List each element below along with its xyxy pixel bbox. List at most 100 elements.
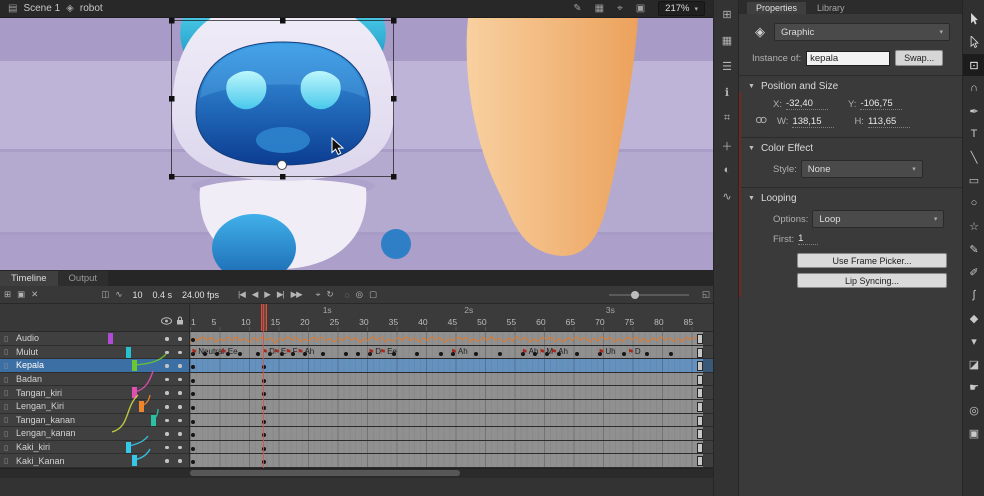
brush-tool[interactable]: ✐ xyxy=(963,261,984,283)
layer-visibility-dot[interactable] xyxy=(165,405,169,409)
frame-ruler[interactable]: 1s2s3s1510152025303540455055606570758085 xyxy=(190,304,713,332)
eraser-tool[interactable]: ◪ xyxy=(963,353,984,375)
playhead[interactable] xyxy=(263,304,265,468)
frame-rate[interactable]: 24.00 fps xyxy=(177,290,224,300)
x-value[interactable]: -32,40 xyxy=(786,98,828,110)
delete-layer-button[interactable]: ✕ xyxy=(31,289,37,300)
layer-frames-badan[interactable] xyxy=(190,373,713,387)
frame-span[interactable] xyxy=(190,400,703,413)
layer-lock-dot[interactable] xyxy=(178,419,182,423)
layer-lock-dot[interactable] xyxy=(178,351,182,355)
layer-frames-audio[interactable] xyxy=(190,332,713,346)
layer-visibility-dot[interactable] xyxy=(165,378,169,382)
tab-timeline[interactable]: Timeline xyxy=(0,271,58,286)
layer-row-kaki_kiri[interactable]: ▯Kaki_kiri xyxy=(0,441,190,455)
keyframe[interactable] xyxy=(669,352,673,356)
selection-handle[interactable] xyxy=(169,18,175,24)
keyframe[interactable] xyxy=(191,379,195,383)
layer-frames-kaki_kiri[interactable] xyxy=(190,441,713,455)
layer-row-tangan_kiri[interactable]: ▯Tangan_kiri xyxy=(0,386,190,400)
symbol-type-dropdown[interactable]: Graphic ▾ xyxy=(774,23,950,41)
keyframe[interactable] xyxy=(191,406,195,410)
bone-tool[interactable]: ∫ xyxy=(963,284,984,306)
step-back-button[interactable]: ◀ xyxy=(252,289,258,300)
w-value[interactable]: 138,15 xyxy=(792,116,834,128)
layer-frames-tangan_kiri[interactable] xyxy=(190,386,713,400)
go-to-last-frame-button[interactable]: ▶▶ xyxy=(291,289,302,300)
keyframe[interactable] xyxy=(439,352,443,356)
layer-row-kepala[interactable]: ▯Kepala xyxy=(0,359,190,373)
tab-library[interactable]: Library xyxy=(808,2,854,14)
info-panel-icon[interactable]: ℹ xyxy=(714,86,740,99)
frame-span[interactable] xyxy=(190,441,703,454)
keyframe[interactable] xyxy=(191,420,195,424)
layer-lock-dot[interactable] xyxy=(178,459,182,463)
keyframe[interactable] xyxy=(575,352,579,356)
breadcrumb-scene[interactable]: Scene 1 xyxy=(23,3,60,14)
layer-frames-mulut[interactable]: ⚑Neutral⚑Ee⚑D⚑E⚑F⚑Ah⚑D⚑Ee⚑Ah⚑Ah⚑M⚑Ah⚑Uh⚑… xyxy=(190,346,713,360)
polystar-tool[interactable]: ☆ xyxy=(963,215,984,237)
section-looping[interactable]: ▼ Looping xyxy=(739,187,962,208)
layer-row-mulut[interactable]: ▯Mulut xyxy=(0,346,190,360)
layer-visibility-dot[interactable] xyxy=(165,459,169,463)
layer-visibility-dot[interactable] xyxy=(165,391,169,395)
use-frame-picker-button[interactable]: Use Frame Picker... xyxy=(797,253,947,268)
layer-lock-dot[interactable] xyxy=(178,378,182,382)
new-layer-button[interactable]: ⊞ xyxy=(4,289,10,300)
layer-visibility-dot[interactable] xyxy=(165,419,169,423)
keyframe[interactable] xyxy=(238,352,242,356)
swatches-panel-icon[interactable]: ☰ xyxy=(714,60,740,73)
section-position-size[interactable]: ▼ Position and Size xyxy=(739,75,962,96)
history-panel-icon[interactable]: ◐ xyxy=(714,164,740,176)
breadcrumb-symbol[interactable]: robot xyxy=(80,3,103,14)
new-folder-button[interactable]: ▣ xyxy=(17,289,24,300)
lock-icon[interactable] xyxy=(176,316,184,328)
selection-handle[interactable] xyxy=(391,18,397,24)
layer-lock-dot[interactable] xyxy=(178,405,182,409)
frame-span[interactable] xyxy=(190,414,703,427)
color-style-dropdown[interactable]: None ▾ xyxy=(801,160,923,178)
keyframe[interactable] xyxy=(645,352,649,356)
timeline-scrollbar[interactable] xyxy=(0,468,713,477)
selection-handle[interactable] xyxy=(391,96,397,102)
transform-panel-icon[interactable]: ⌗ xyxy=(714,112,740,125)
color-panel-icon[interactable]: ▦ xyxy=(714,34,740,47)
layer-lock-dot[interactable] xyxy=(178,337,182,341)
layer-lock-dot[interactable] xyxy=(178,364,182,368)
go-to-first-frame-button[interactable]: |◀ xyxy=(238,289,245,300)
actions-panel-icon[interactable]: ＋ xyxy=(714,138,740,154)
layer-visibility-dot[interactable] xyxy=(165,446,169,450)
selection-handle[interactable] xyxy=(169,174,175,180)
onion-skin-outlines-button[interactable]: ◎ xyxy=(356,289,362,300)
layer-row-tangan_kanan[interactable]: ▯Tangan_kanan xyxy=(0,414,190,428)
first-frame-value[interactable]: 1 xyxy=(798,233,818,245)
frame-span[interactable] xyxy=(190,386,703,399)
keyframe[interactable] xyxy=(415,352,419,356)
keyframe[interactable] xyxy=(474,352,478,356)
motion-graph-icon[interactable]: ∿ xyxy=(115,289,121,300)
layer-frames-lengan_kiri[interactable] xyxy=(190,400,713,414)
play-button[interactable]: ▶ xyxy=(264,289,270,300)
swap-button[interactable]: Swap... xyxy=(895,50,943,66)
hand-tool[interactable]: ☛ xyxy=(963,376,984,398)
layer-row-lengan_kanan[interactable]: ▯Lengan_kanan xyxy=(0,427,190,441)
zoom-control[interactable]: 217% ▾ xyxy=(658,1,705,16)
selection-handle[interactable] xyxy=(169,96,175,102)
layer-visibility-dot[interactable] xyxy=(165,337,169,341)
tab-output[interactable]: Output xyxy=(58,271,109,286)
selection-handle[interactable] xyxy=(280,18,286,24)
keyframe[interactable] xyxy=(356,352,360,356)
selection-tool[interactable] xyxy=(963,8,984,30)
timeline-scrollbar-thumb[interactable] xyxy=(190,470,460,476)
pencil-tool[interactable]: ✎ xyxy=(963,238,984,260)
layer-row-audio[interactable]: ▯Audio xyxy=(0,332,190,346)
frame-span[interactable] xyxy=(190,332,703,345)
layer-visibility-dot[interactable] xyxy=(165,351,169,355)
edit-multiple-frames-button[interactable]: ▢ xyxy=(369,289,376,300)
keyframe[interactable] xyxy=(191,338,195,342)
onion-skin-button[interactable]: ◌ xyxy=(345,290,349,300)
tab-properties[interactable]: Properties xyxy=(747,2,806,14)
eye-icon[interactable] xyxy=(161,317,172,328)
layer-visibility-dot[interactable] xyxy=(165,364,169,368)
lip-syncing-button[interactable]: Lip Syncing... xyxy=(797,273,947,288)
